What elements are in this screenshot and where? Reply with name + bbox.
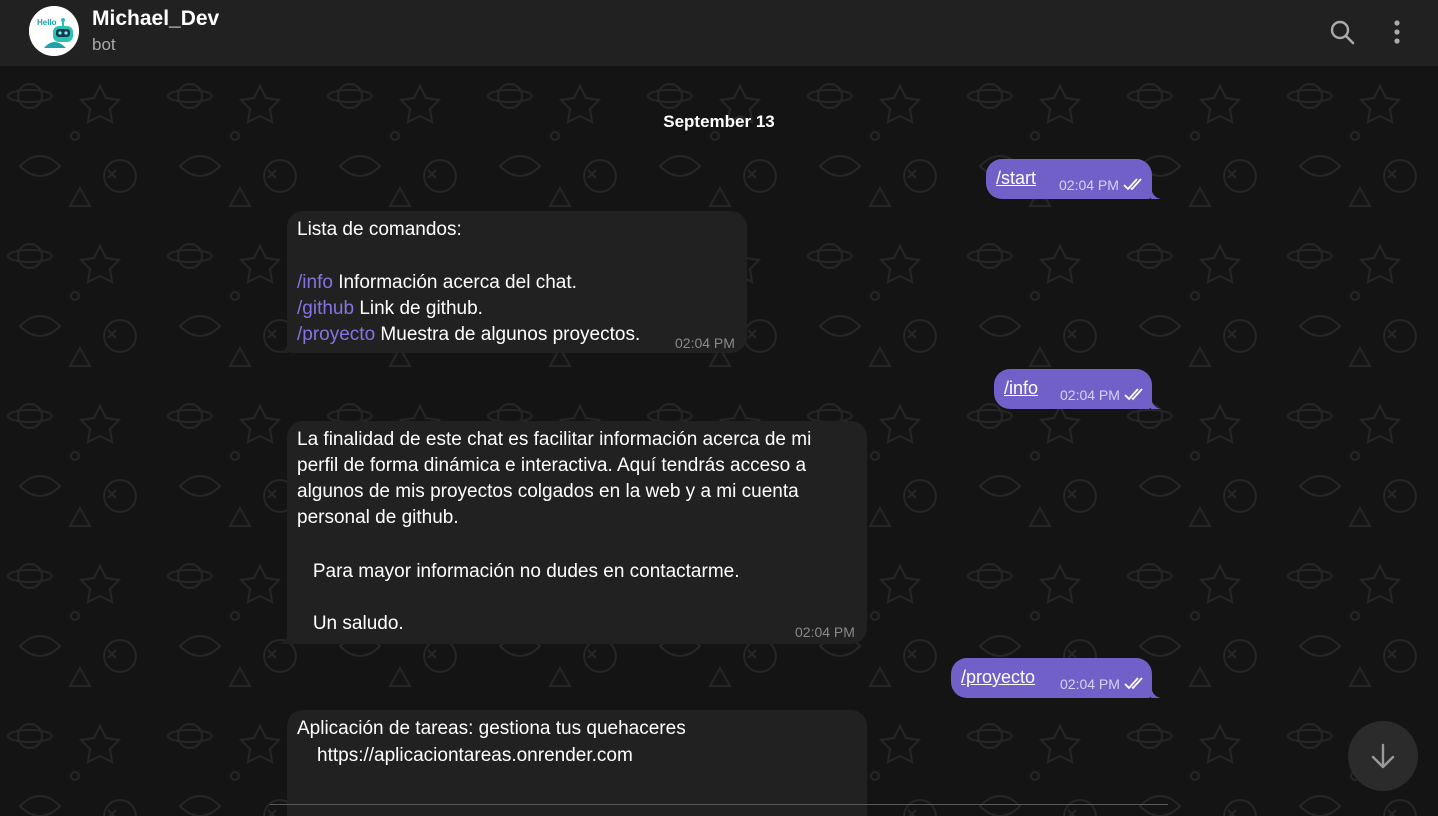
more-vertical-icon bbox=[1394, 20, 1400, 44]
chat-title[interactable]: Michael_Dev bbox=[92, 6, 219, 32]
double-check-icon bbox=[1124, 388, 1143, 401]
command-description: Muestra de algunos proyectos. bbox=[375, 324, 641, 345]
outgoing-message[interactable]: /proyecto 02:04 PM bbox=[951, 658, 1161, 698]
incoming-message[interactable]: Lista de comandos: /info Información ace… bbox=[278, 211, 747, 353]
bubble-tail bbox=[1151, 185, 1161, 199]
composer-divider bbox=[270, 804, 1168, 805]
search-button[interactable] bbox=[1322, 12, 1362, 52]
incoming-message[interactable]: La finalidad de este chat es facilitar i… bbox=[278, 421, 867, 644]
outgoing-message[interactable]: /start 02:04 PM bbox=[986, 159, 1161, 199]
command-link[interactable]: /info bbox=[1004, 378, 1038, 399]
command-link[interactable]: /proyecto bbox=[961, 667, 1035, 688]
arrow-down-icon bbox=[1371, 743, 1395, 769]
command-link[interactable]: /info bbox=[297, 272, 333, 293]
command-line: /github Link de github. bbox=[297, 296, 483, 322]
message-heading: Lista de comandos: bbox=[297, 219, 462, 240]
chat-subtitle: bot bbox=[92, 35, 116, 54]
bubble-tail bbox=[1151, 684, 1161, 698]
date-separator: September 13 bbox=[663, 112, 775, 131]
bot-avatar[interactable]: Hello bbox=[29, 6, 79, 56]
command-link[interactable]: /proyecto bbox=[297, 324, 375, 345]
command-description: Información acerca del chat. bbox=[332, 272, 577, 293]
message-time: 02:04 PM bbox=[1060, 676, 1120, 692]
command-link[interactable]: /start bbox=[996, 168, 1036, 189]
svg-text:Hello: Hello bbox=[37, 18, 57, 27]
message-text-line: personal de github. bbox=[297, 507, 459, 528]
bubble-tail bbox=[278, 339, 288, 353]
more-options-button[interactable] bbox=[1377, 12, 1417, 52]
bubble-tail bbox=[278, 630, 288, 644]
message-text-line: algunos de mis proyectos colgados en la … bbox=[297, 481, 799, 502]
message-time: 02:04 PM bbox=[1059, 177, 1119, 193]
robot-avatar-icon: Hello bbox=[29, 6, 79, 56]
message-text-line: Un saludo. bbox=[297, 613, 404, 634]
message-time: 02:04 PM bbox=[1060, 387, 1120, 403]
chat-header: Hello Michael_Dev bot bbox=[0, 0, 1438, 66]
message-text-line: La finalidad de este chat es facilitar i… bbox=[297, 429, 812, 450]
command-line: /info Información acerca del chat. bbox=[297, 270, 577, 296]
double-check-icon bbox=[1124, 677, 1143, 690]
message-time: 02:04 PM bbox=[675, 335, 735, 351]
message-text-line: Para mayor información no dudes en conta… bbox=[297, 561, 740, 582]
command-line: /proyecto Muestra de algunos proyectos. bbox=[297, 322, 640, 348]
message-text-line: perfil de forma dinámica e interactiva. … bbox=[297, 455, 807, 476]
command-link[interactable]: /github bbox=[297, 298, 354, 319]
search-icon bbox=[1330, 20, 1355, 45]
message-text-line: Aplicación de tareas: gestiona tus queha… bbox=[297, 718, 686, 739]
double-check-icon bbox=[1123, 178, 1142, 191]
outgoing-message[interactable]: /info 02:04 PM bbox=[994, 369, 1161, 409]
incoming-message[interactable]: Aplicación de tareas: gestiona tus queha… bbox=[287, 710, 867, 816]
bubble-tail bbox=[1151, 395, 1161, 409]
project-url-link[interactable]: https://aplicaciontareas.onrender.com bbox=[317, 743, 633, 769]
scroll-to-bottom-button[interactable] bbox=[1348, 721, 1418, 791]
message-list[interactable]: September 13 /start 02:04 PM Lista de co… bbox=[0, 66, 1438, 816]
command-description: Link de github. bbox=[354, 298, 483, 319]
message-time: 02:04 PM bbox=[795, 624, 855, 640]
